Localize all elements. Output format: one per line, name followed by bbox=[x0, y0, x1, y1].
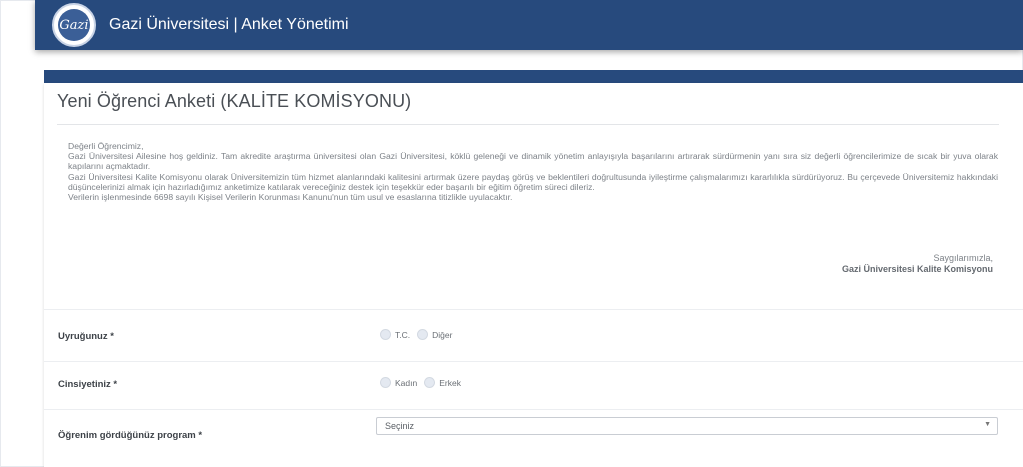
logo-emblem: Gazi bbox=[58, 9, 90, 41]
radio-button[interactable] bbox=[424, 377, 436, 388]
form-divider bbox=[44, 309, 1023, 310]
signature-block: Saygılarımızla, Gazi Üniversitesi Kalite… bbox=[842, 253, 993, 275]
signature-text: Gazi Üniversitesi Kalite Komisyonu bbox=[841, 264, 993, 274]
radio-button[interactable] bbox=[380, 329, 391, 340]
nationality-option-tc[interactable]: T.C. bbox=[380, 329, 410, 340]
university-logo-icon[interactable]: Gazi bbox=[52, 3, 96, 47]
panel-header-strip bbox=[44, 70, 1023, 83]
option-label: T.C. bbox=[395, 329, 411, 340]
form-row-gender: Cinsiyetiniz * Kadın Erkek bbox=[44, 364, 1023, 406]
intro-paragraph-1: Gazi Üniversitesi Ailesine hoş geldiniz.… bbox=[68, 151, 998, 172]
program-select-value: Seçiniz bbox=[385, 421, 415, 431]
app-window: Gazi Gazi Üniversitesi | Anket Yönetimi … bbox=[0, 0, 1023, 467]
closing-text: Saygılarımızla, bbox=[933, 253, 993, 263]
gender-radio-group: Kadın Erkek bbox=[380, 377, 468, 388]
page-title: Yeni Öğrenci Anketi (KALİTE KOMİSYONU) bbox=[57, 91, 412, 111]
intro-greeting: Değerli Öğrencimiz, bbox=[68, 141, 144, 151]
form-row-program: Öğrenim gördüğünüz program * Seçiniz ▼ bbox=[44, 412, 1023, 454]
app-title: Gazi Üniversitesi | Anket Yönetimi bbox=[109, 16, 349, 33]
intro-paragraph-2: Gazi Üniversitesi Kalite Komisyonu olara… bbox=[68, 171, 998, 192]
row-divider bbox=[44, 409, 1023, 410]
gender-option-female[interactable]: Kadın bbox=[380, 377, 417, 388]
row-divider bbox=[44, 361, 1023, 362]
survey-card: Yeni Öğrenci Anketi (KALİTE KOMİSYONU) D… bbox=[44, 83, 1023, 467]
top-navbar: Gazi Gazi Üniversitesi | Anket Yönetimi bbox=[35, 0, 1023, 50]
radio-button[interactable] bbox=[380, 377, 391, 388]
intro-text: Değerli Öğrencimiz, Gazi Üniversitesi Ai… bbox=[68, 141, 998, 202]
gender-label: Cinsiyetiniz * bbox=[58, 379, 118, 390]
intro-paragraph-3: Verilerin işlenmesinde 6698 sayılı Kişis… bbox=[68, 192, 513, 203]
nationality-label: Uyruğunuz * bbox=[58, 331, 114, 342]
chevron-down-icon[interactable]: ▼ bbox=[984, 421, 991, 428]
option-label: Kadın bbox=[395, 377, 418, 388]
form-row-nationality: Uyruğunuz * T.C. Diğer bbox=[44, 316, 1023, 358]
nationality-radio-group: T.C. Diğer bbox=[380, 329, 459, 340]
nationality-option-other[interactable]: Diğer bbox=[417, 329, 452, 340]
option-label: Erkek bbox=[439, 377, 461, 388]
gender-option-male[interactable]: Erkek bbox=[424, 377, 461, 388]
title-divider bbox=[57, 124, 999, 125]
program-label: Öğrenim gördüğünüz program * bbox=[58, 430, 203, 441]
program-select[interactable]: Seçiniz ▼ bbox=[376, 417, 998, 435]
radio-button[interactable] bbox=[417, 329, 429, 340]
option-label: Diğer bbox=[432, 329, 453, 340]
